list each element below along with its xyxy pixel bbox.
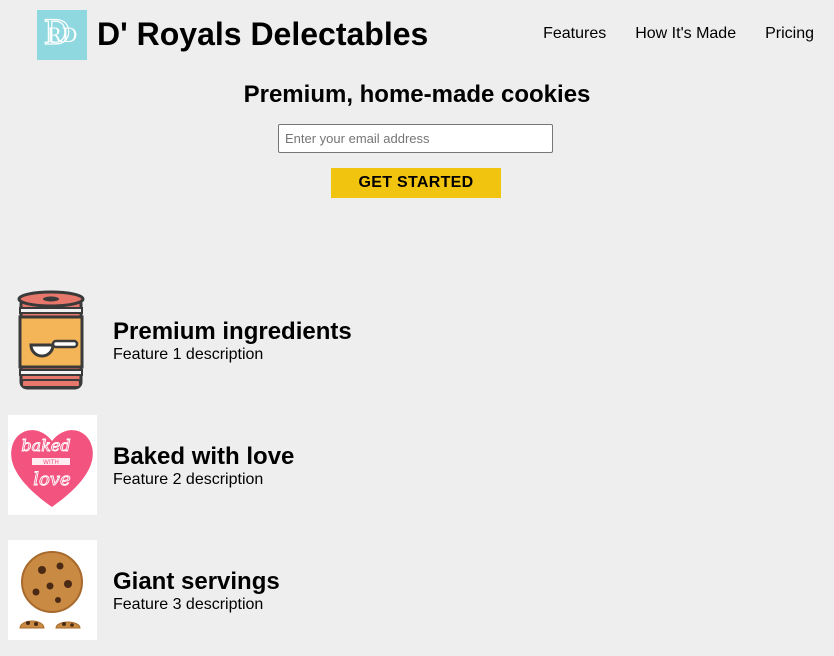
feature-text: Premium ingredients Feature 1 descriptio… — [113, 318, 352, 364]
feature-text: Giant servings Feature 3 description — [113, 568, 280, 614]
nav-link-pricing[interactable]: Pricing — [765, 24, 814, 44]
site-header: RD D D' Royals Delectables Features How … — [0, 0, 834, 68]
feature-title: Giant servings — [113, 568, 280, 595]
email-input[interactable] — [278, 124, 553, 153]
svg-text:D: D — [43, 13, 70, 53]
nav-link-how-its-made[interactable]: How It's Made — [635, 24, 736, 44]
brand-name: D' Royals Delectables — [97, 16, 429, 52]
get-started-button[interactable]: GET STARTED — [331, 168, 501, 198]
feature-item: Premium ingredients Feature 1 descriptio… — [8, 290, 708, 390]
signup-form: GET STARTED — [0, 124, 834, 204]
feature-text: Baked with love Feature 2 description — [113, 443, 294, 489]
feature-item: Giant servings Feature 3 description — [8, 540, 708, 640]
nav-link-features[interactable]: Features — [543, 24, 606, 44]
feature-title: Premium ingredients — [113, 318, 352, 345]
feature-item: baked WITH love Baked with love Feature … — [8, 415, 708, 515]
svg-text:WITH: WITH — [43, 459, 59, 466]
feature-description: Feature 1 description — [113, 346, 264, 363]
feature-description: Feature 2 description — [113, 471, 264, 488]
ingredient-can-icon — [8, 290, 97, 390]
main-nav: Features How It's Made Pricing — [543, 24, 814, 44]
cookie-icon — [8, 540, 97, 640]
feature-title: Baked with love — [113, 443, 295, 470]
logo-monogram-icon: RD D — [37, 10, 87, 60]
baked-with-love-heart-icon: baked WITH love — [8, 415, 97, 515]
hero-title: Premium, home-made cookies — [243, 81, 591, 108]
svg-text:love: love — [33, 469, 70, 490]
svg-text:baked: baked — [21, 436, 70, 455]
brand-logo[interactable]: RD D — [37, 10, 87, 60]
hero-section: Premium, home-made cookies GET STARTED — [0, 80, 834, 198]
feature-description: Feature 3 description — [113, 596, 264, 613]
